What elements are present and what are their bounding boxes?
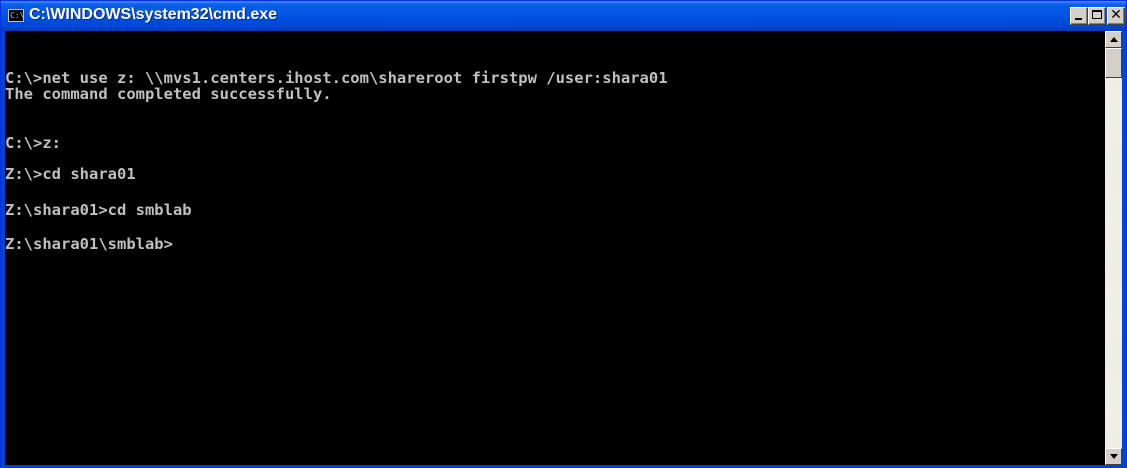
vertical-scrollbar[interactable] bbox=[1105, 31, 1122, 465]
console-line-command-net-use: C:\>net use z: \\mvs1.centers.ihost.com\… bbox=[5, 69, 668, 87]
window-bottom-border bbox=[1, 465, 1126, 467]
close-icon: ✕ bbox=[1110, 7, 1122, 23]
window-title: C:\WINDOWS\system32\cmd.exe bbox=[29, 6, 278, 23]
maximize-button[interactable] bbox=[1088, 7, 1106, 25]
scroll-down-button[interactable] bbox=[1105, 448, 1122, 465]
title-bar[interactable]: C:\ C:\WINDOWS\system32\cmd.exe ✕ bbox=[1, 1, 1126, 31]
arrow-down-icon bbox=[1110, 454, 1118, 459]
console-line-command-result: The command completed successfully. bbox=[5, 85, 332, 103]
maximize-icon bbox=[1092, 10, 1102, 19]
minimize-icon bbox=[1075, 18, 1082, 20]
cmd-app-icon[interactable]: C:\ bbox=[8, 9, 24, 22]
window-right-border bbox=[1122, 31, 1126, 467]
close-button[interactable]: ✕ bbox=[1107, 7, 1125, 25]
console-line-command-cd-shara01: Z:\>cd shara01 bbox=[5, 165, 136, 183]
cmd-window: C:\ C:\WINDOWS\system32\cmd.exe ✕ C:\>ne… bbox=[0, 0, 1127, 468]
console-line-command-z: C:\>z: bbox=[5, 134, 61, 152]
console-prompt[interactable]: Z:\shara01\smblab> bbox=[5, 236, 173, 252]
console-line-command-cd-smblab: Z:\shara01>cd smblab bbox=[5, 201, 192, 219]
scroll-thumb[interactable] bbox=[1105, 48, 1122, 78]
scroll-up-button[interactable] bbox=[1105, 31, 1122, 48]
console-output[interactable]: C:\>net use z: \\mvs1.centers.ihost.com\… bbox=[5, 31, 1105, 465]
minimize-button[interactable] bbox=[1070, 7, 1088, 25]
arrow-up-icon bbox=[1110, 37, 1118, 42]
